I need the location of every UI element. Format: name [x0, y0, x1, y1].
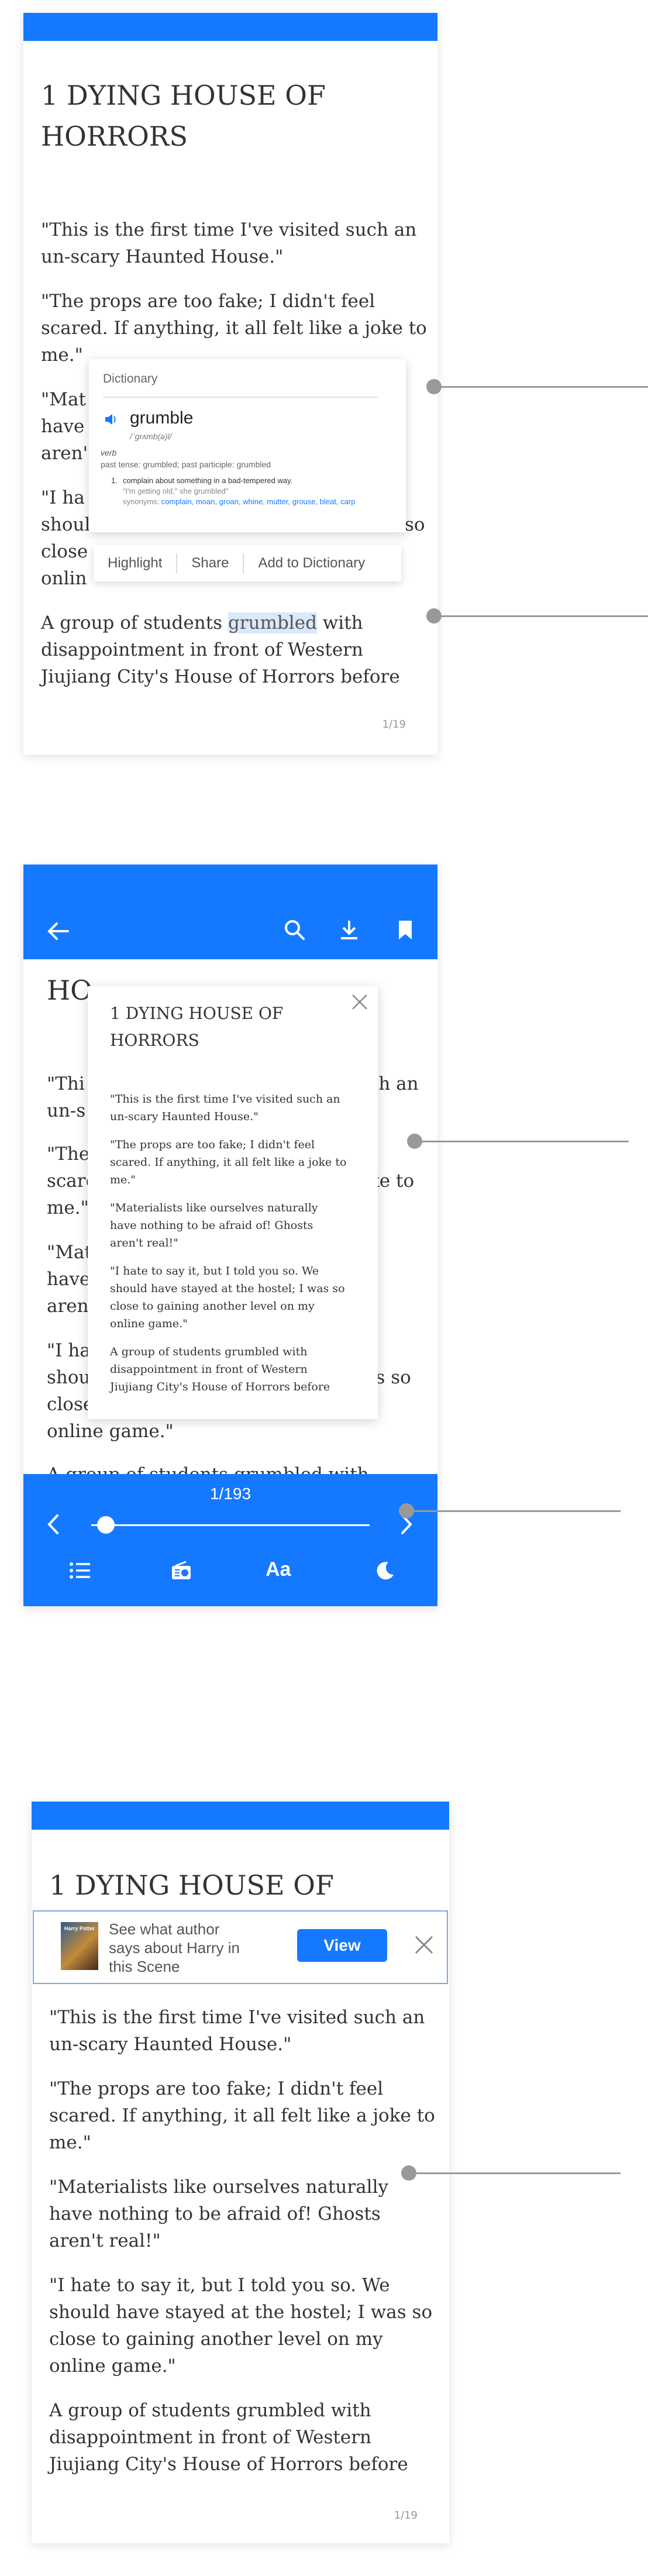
radio-icon[interactable] [171, 1561, 192, 1583]
dictionary-synonyms: synonyms: complain, moan, groan, whine, … [123, 497, 356, 506]
paragraph-2: "The props are too fake; I didn't feel sc… [49, 2078, 435, 2153]
paragraph-1: "This is the first time I've visited suc… [49, 2007, 425, 2055]
dictionary-forms: past tense: grumbled; past participle: g… [101, 460, 271, 469]
dictionary-header: Dictionary [103, 372, 158, 385]
paragraph-5: A group of students grumbled with disapp… [41, 612, 400, 687]
add-to-dictionary-button[interactable]: Add to Dictionary [244, 555, 379, 571]
bg-paragraph-3: "Mat have aren' [47, 1242, 94, 1317]
dictionary-popup: Dictionary grumble /ˈɡrʌmb(ə)l/ verb pas… [89, 359, 406, 532]
callout-line [415, 1141, 629, 1142]
page-preview-popup: 1 DYING HOUSE OF HORRORS "This is the fir… [88, 986, 378, 1419]
bookmark-icon[interactable] [398, 919, 413, 943]
callout-line [434, 615, 648, 617]
preview-title: 1 DYING HOUSE OF HORRORS [110, 1004, 284, 1050]
share-button[interactable]: Share [177, 555, 243, 571]
preview-paragraph-3: "Materialists like ourselves naturally ha… [110, 1201, 318, 1249]
dictionary-example: "I'm getting old," she grumbled" [123, 487, 229, 495]
page-number: 1/19 [382, 718, 406, 731]
preview-paragraph-5: A group of students grumbled with disappo… [110, 1345, 330, 1393]
selection-menu: Highlight Share Add to Dictionary [94, 545, 401, 581]
selected-word[interactable]: grumbled [228, 612, 317, 633]
chapter-title: 1 DYING HOUSE OF HORRORS [41, 80, 326, 152]
progress-slider-thumb[interactable] [97, 1516, 115, 1534]
paragraph-2: "The props are too fake; I didn't feel sc… [41, 291, 427, 366]
night-mode-icon[interactable] [375, 1561, 395, 1583]
paragraph-4-right-fragment: so [405, 514, 425, 535]
bottom-toolbar: 1/193 Aa [23, 1474, 437, 1606]
chapter-title: 1 DYING HOUSE OF [49, 1869, 334, 1901]
view-button[interactable]: View [297, 1929, 387, 1962]
definition-number: 1. [111, 476, 118, 485]
paragraph-4: "I hate to say it, but I told you so. We… [49, 2275, 433, 2377]
status-bar [23, 13, 437, 41]
paragraph-1: "This is the first time I've visited suc… [41, 219, 417, 267]
highlight-button[interactable]: Highlight [94, 555, 176, 571]
paragraph-4: "I ha shoul close onlin [41, 487, 91, 589]
callout-line [409, 2172, 621, 2174]
download-icon[interactable] [339, 919, 359, 943]
previous-chapter-icon[interactable] [47, 1514, 60, 1537]
banner-text: See what author says about Harry in this S… [109, 1920, 240, 1975]
speaker-icon[interactable] [104, 413, 118, 428]
synonyms-list[interactable]: complain, moan, groan, whine, mutter, gr… [161, 497, 356, 506]
book-cover-thumbnail: Harry Potter [61, 1922, 98, 1970]
author-note-banner[interactable]: Harry Potter See what author says about H… [33, 1910, 448, 1984]
bg-paragraph-1: "Thi un-s [47, 1073, 86, 1121]
progress-label: 1/193 [209, 1485, 251, 1503]
search-icon[interactable] [284, 919, 305, 943]
paragraph-5: A group of students grumbled with disappo… [49, 2400, 408, 2475]
text-size-button[interactable]: Aa [266, 1558, 291, 1581]
top-toolbar [23, 865, 437, 959]
close-icon[interactable] [351, 993, 368, 1013]
dictionary-pos: verb [101, 448, 117, 457]
divider [103, 397, 378, 398]
status-bar [32, 1802, 449, 1830]
reader-screen-author-note: 1 DYING HOUSE OF Harry Potter See what a… [32, 1802, 449, 2543]
page-number: 1/19 [394, 2509, 418, 2522]
dictionary-word: grumble [130, 408, 194, 428]
paragraph-3: "Mat have aren' [41, 389, 88, 464]
reader-screen-dictionary: 1 DYING HOUSE OF HORRORS "This is the fi… [23, 13, 437, 755]
table-of-contents-icon[interactable] [69, 1562, 91, 1582]
preview-paragraph-4: "I hate to say it, but I told you so. We… [110, 1265, 345, 1330]
preview-paragraph-1: "This is the first time I've visited suc… [110, 1093, 340, 1123]
back-arrow-icon[interactable] [47, 922, 69, 943]
preview-paragraph-2: "The props are too fake; I didn't feel sc… [110, 1138, 347, 1186]
progress-slider-track[interactable] [91, 1524, 370, 1526]
callout-line [406, 1510, 621, 1512]
reader-screen-menu: 1 DYING HOUSE OF HO "Thiun-s ch an "Thes… [23, 865, 437, 1606]
paragraph-3: "Materialists like ourselves naturally ha… [49, 2176, 389, 2251]
dictionary-phonetic: /ˈɡrʌmb(ə)l/ [130, 432, 172, 441]
close-icon[interactable] [414, 1935, 434, 1957]
dictionary-definition: complain about something in a bad-temper… [123, 476, 293, 485]
callout-line [434, 386, 648, 388]
